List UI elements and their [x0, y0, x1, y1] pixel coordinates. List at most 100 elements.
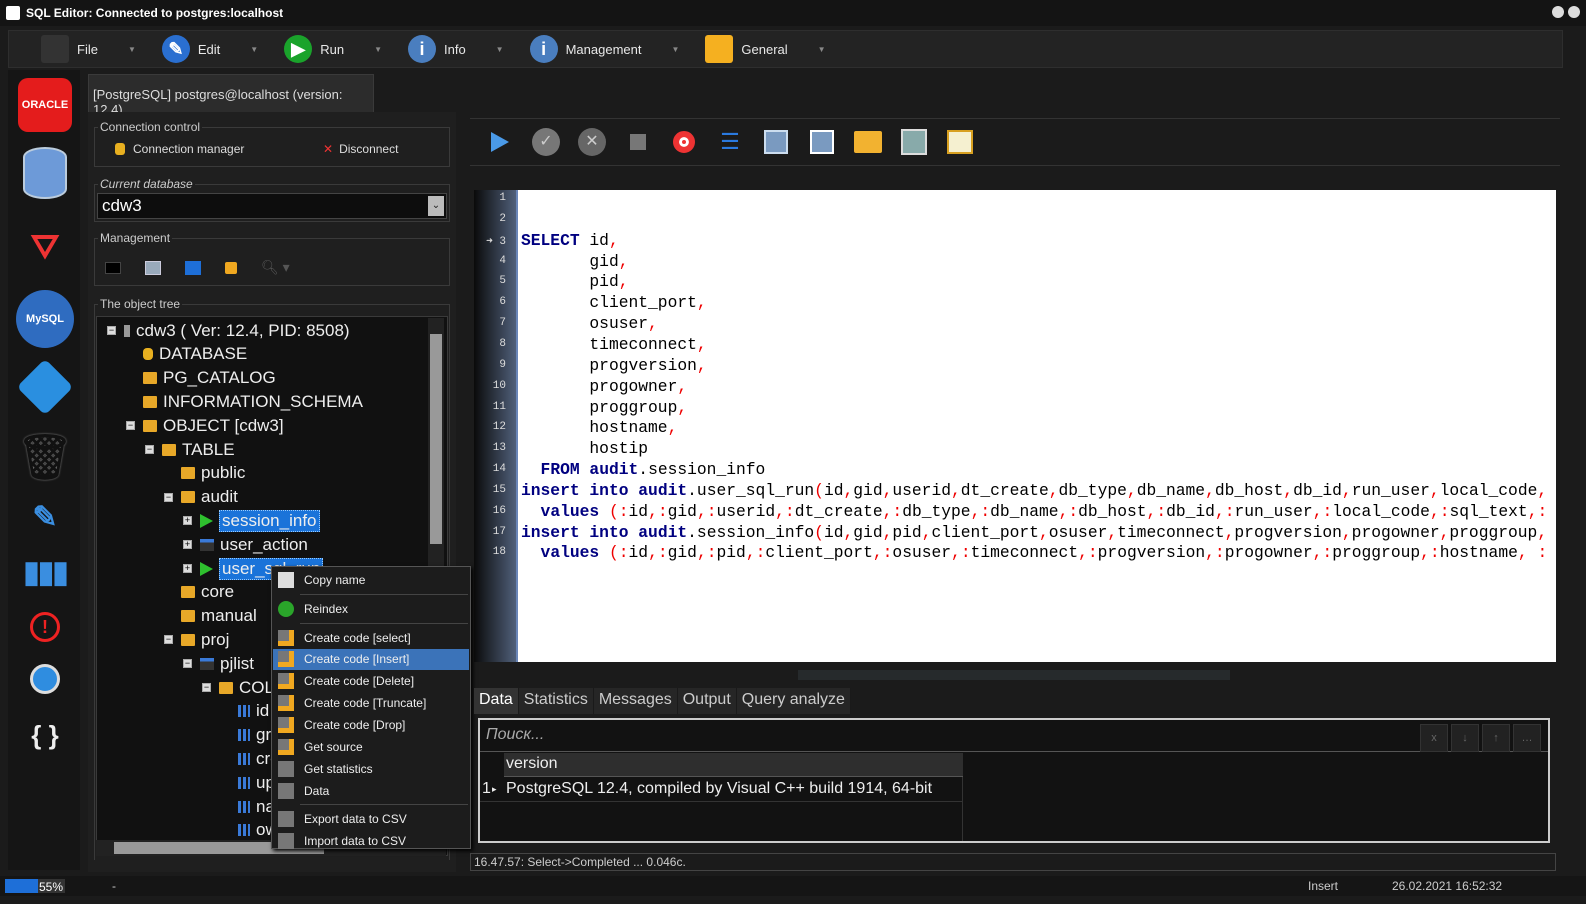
disconnect-button[interactable]: ✕ Disconnect	[323, 142, 398, 156]
tree-item[interactable]: − proj	[164, 628, 229, 651]
tree-item[interactable]: na	[221, 795, 275, 818]
context-menu-item[interactable]: Reindex	[273, 598, 469, 619]
sql-editor[interactable]: 1 2 ➜ 3 4 5 6 7 8 9 10 11 12 13 14 15 16 17 18 SELECT id, …	[474, 190, 1556, 662]
script-icon[interactable]: { }	[18, 708, 72, 762]
collapse-icon[interactable]: −	[107, 326, 116, 335]
save-icon[interactable]	[762, 128, 790, 156]
tree-item[interactable]: − audit	[164, 486, 238, 509]
search-button[interactable]: x	[1420, 724, 1448, 752]
activity-icon[interactable]	[145, 260, 161, 275]
lock-icon[interactable]	[225, 261, 237, 274]
chevron-down-icon[interactable]: ▼	[818, 45, 826, 54]
column-header-version[interactable]: version	[504, 753, 963, 777]
current-database-select[interactable]: cdw3 ⌄	[97, 193, 447, 219]
expand-icon[interactable]: +	[183, 516, 192, 526]
chevron-down-icon[interactable]: ▼	[496, 45, 504, 54]
tree-item[interactable]: INFORMATION_SCHEMA	[126, 390, 363, 413]
oracle-icon[interactable]: ORACLE	[18, 78, 72, 132]
search-button[interactable]: ↓	[1451, 724, 1479, 752]
postgresql-icon[interactable]	[18, 146, 72, 200]
tree-item[interactable]: public	[164, 462, 245, 485]
locks-icon[interactable]	[185, 260, 201, 275]
menu-edit[interactable]: ✎ Edit ▼	[152, 30, 268, 68]
close-button[interactable]	[1568, 6, 1580, 18]
search-icon[interactable]: 🔍︎ ▾	[261, 259, 290, 276]
tree-item[interactable]: − OBJECT [cdw3]	[126, 414, 284, 437]
collapse-icon[interactable]: −	[202, 683, 211, 692]
context-menu-item[interactable]: Export data to CSV	[273, 808, 469, 829]
minimize-button[interactable]	[1552, 6, 1564, 18]
context-menu-item[interactable]: Get source	[273, 737, 469, 758]
mysql-icon[interactable]: MySQL	[16, 290, 74, 348]
chevron-down-icon[interactable]: ▼	[250, 45, 258, 54]
table-row[interactable]: 1 ▸ PostgreSQL 12.4, compiled by Visual …	[480, 778, 963, 802]
open-folder-icon[interactable]	[854, 128, 882, 156]
tree-item[interactable]: − pjlist	[183, 652, 254, 675]
menu-file[interactable]: File ▼	[31, 30, 146, 68]
chevron-down-icon[interactable]: ▼	[128, 45, 136, 54]
context-menu-item[interactable]: Create code [select]	[273, 627, 469, 648]
tree-item[interactable]: DATABASE	[126, 343, 247, 366]
result-grid[interactable]: version 1 ▸ PostgreSQL 12.4, compiled by…	[480, 753, 963, 841]
tree-item[interactable]: id	[221, 700, 269, 723]
statistics-icon[interactable]: ▮▮▮	[18, 545, 72, 599]
expand-icon[interactable]: +	[183, 540, 192, 550]
commit-icon[interactable]: ✓	[532, 128, 560, 156]
result-search-input[interactable]: Поиск...	[480, 720, 1548, 752]
connection-manager-button[interactable]: Connection manager	[115, 142, 244, 156]
context-menu-item[interactable]: Create code [Delete]	[273, 671, 469, 692]
context-menu-item[interactable]: Copy name	[273, 569, 469, 590]
tab-statistics[interactable]: Statistics	[518, 688, 594, 714]
record-icon[interactable]	[670, 128, 698, 156]
chevron-down-icon[interactable]: ▼	[671, 45, 679, 54]
menu-run[interactable]: ▶ Run ▼	[274, 30, 392, 68]
tree-item[interactable]: − TABLE	[145, 438, 235, 461]
sql-server-icon[interactable]: ⛛	[18, 220, 72, 274]
context-menu-item[interactable]: Create code [Drop]	[273, 715, 469, 736]
context-menu-item[interactable]: Create code [Truncate]	[273, 693, 469, 714]
tree-item[interactable]: core	[164, 581, 234, 604]
menu-general[interactable]: General ▼	[695, 30, 835, 68]
collapse-icon[interactable]: −	[164, 492, 173, 502]
tab-output[interactable]: Output	[677, 688, 737, 714]
connection-tab[interactable]: [PostgreSQL] postgres@localhost (version…	[88, 74, 374, 117]
tab-data[interactable]: Data	[474, 688, 519, 714]
rollback-icon[interactable]: ✕	[578, 128, 606, 156]
collapse-icon[interactable]: −	[183, 659, 192, 669]
tree-item[interactable]: + session_info	[183, 509, 320, 532]
context-menu-item[interactable]: Create code [Insert]	[273, 648, 469, 670]
tab-query-analyze[interactable]: Query analyze	[736, 688, 851, 714]
collapse-icon[interactable]: −	[164, 635, 173, 645]
context-menu-item[interactable]: Data	[273, 780, 469, 801]
context-menu-item[interactable]: Import data to CSV	[273, 830, 469, 851]
search-button[interactable]: ↑	[1482, 724, 1510, 752]
snippet-icon[interactable]	[946, 128, 974, 156]
speedometer-icon[interactable]	[18, 652, 72, 706]
tree-item[interactable]: manual	[164, 605, 257, 628]
tab-messages[interactable]: Messages	[593, 688, 678, 714]
tree-item[interactable]: PG_CATALOG	[126, 367, 276, 390]
monitor-icon[interactable]	[105, 261, 121, 274]
collapse-icon[interactable]: −	[126, 421, 135, 431]
notes-icon[interactable]: ✎	[18, 490, 72, 544]
tree-item[interactable]: + user_action	[183, 533, 308, 556]
warning-icon[interactable]: !	[18, 600, 72, 654]
panel-splitter[interactable]	[798, 670, 1230, 680]
edit-connection-icon[interactable]	[16, 358, 74, 416]
save-copy-icon[interactable]	[808, 128, 836, 156]
tree-item[interactable]: up	[221, 771, 275, 794]
expand-icon[interactable]: +	[183, 564, 192, 573]
trash-icon[interactable]: 🗑	[17, 430, 73, 484]
chevron-down-icon[interactable]: ▼	[374, 45, 382, 54]
search-button[interactable]: …	[1513, 724, 1541, 752]
chevron-down-icon[interactable]: ⌄	[428, 196, 444, 216]
execute-icon[interactable]	[486, 128, 514, 156]
tree-item[interactable]: ow	[221, 819, 278, 842]
menu-info[interactable]: i Info ▼	[398, 30, 514, 68]
save-all-icon[interactable]	[900, 128, 928, 156]
menu-management[interactable]: i Management ▼	[520, 30, 690, 68]
context-menu-item[interactable]: Get statistics	[273, 758, 469, 779]
stop-icon[interactable]	[624, 128, 652, 156]
collapse-icon[interactable]: −	[145, 445, 154, 454]
format-icon[interactable]: ☰	[716, 128, 744, 156]
